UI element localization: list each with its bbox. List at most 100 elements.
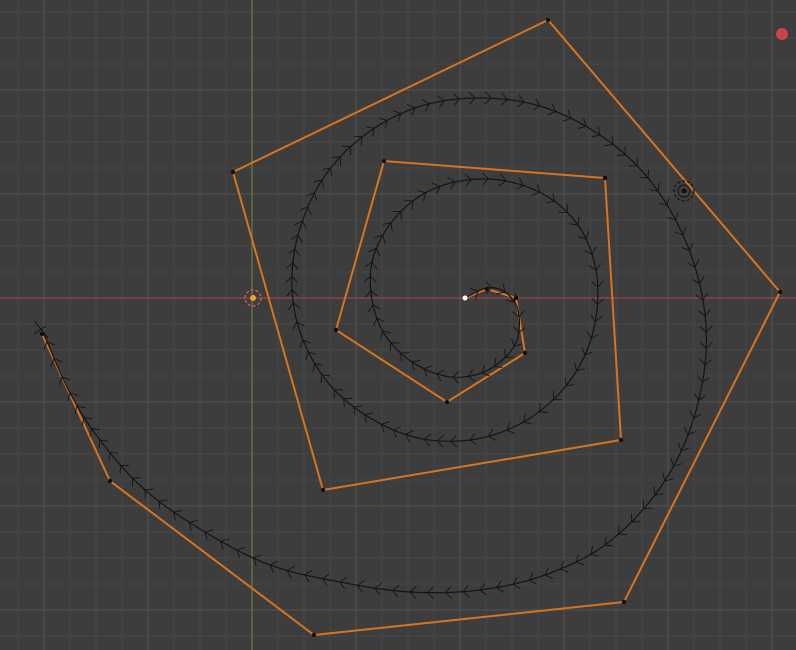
curve-tick	[682, 226, 687, 236]
curve-tick	[575, 561, 585, 566]
curve-tick	[189, 519, 198, 523]
curve-tick	[390, 342, 400, 344]
curve-tick	[529, 579, 537, 585]
curve-tick	[450, 440, 458, 448]
curve-tick	[50, 358, 55, 367]
curve-tick	[158, 499, 168, 502]
curve-tick	[702, 292, 709, 301]
curve-tick	[624, 146, 627, 155]
curve-tick	[339, 576, 348, 583]
curve-tick	[421, 99, 430, 105]
curve-tick	[496, 587, 504, 593]
active-control-vertex[interactable]	[462, 295, 468, 301]
curve-tick	[462, 591, 470, 598]
curve-tick	[586, 330, 592, 339]
curve-tick	[485, 281, 493, 289]
curve-tick	[452, 93, 460, 100]
curve-tick	[436, 369, 445, 375]
curve-tick	[363, 275, 371, 283]
curve-tick	[513, 325, 520, 334]
control-vertex[interactable]	[513, 295, 519, 301]
curve-tick	[382, 235, 386, 244]
curve-tick	[639, 176, 649, 179]
curve-tick	[512, 583, 521, 590]
curve-tick	[423, 365, 433, 370]
curve-tick	[312, 363, 316, 372]
curve-tick	[392, 110, 402, 115]
curve-tick	[417, 190, 426, 194]
curve-tick	[291, 276, 299, 283]
curve-tick	[285, 276, 293, 283]
curve-tick	[98, 439, 101, 449]
curve-tick	[516, 101, 525, 108]
curve-tick	[523, 421, 532, 425]
curve-tick	[547, 111, 556, 116]
curve-tick	[699, 358, 706, 366]
curve-tick	[462, 584, 469, 592]
pivot-point-icon[interactable]	[673, 180, 695, 202]
curve-tick	[411, 359, 421, 363]
grid-major-lines	[0, 0, 796, 650]
curve-tick	[330, 168, 333, 177]
curve-tick	[437, 434, 445, 442]
control-vertex[interactable]	[311, 632, 317, 638]
3d-viewport[interactable]	[0, 0, 796, 650]
curve-tick	[353, 135, 363, 138]
control-vertex[interactable]	[777, 289, 783, 295]
curve-tick	[515, 185, 524, 190]
curve-tick	[647, 169, 650, 179]
curve-tick	[689, 410, 695, 419]
record-indicator-icon	[776, 28, 788, 40]
curve-tick	[427, 592, 434, 599]
viewport-canvas[interactable]	[0, 0, 796, 650]
curve-tick	[546, 200, 555, 204]
control-vertex[interactable]	[381, 158, 387, 164]
curve-tick	[369, 275, 377, 283]
curve-tick	[591, 246, 597, 255]
curve-tick	[617, 154, 626, 156]
curve-tick	[518, 309, 525, 318]
curve-tick	[532, 105, 541, 111]
curve-tick	[343, 398, 345, 408]
curve-tick	[560, 568, 569, 573]
control-vertex[interactable]	[230, 169, 236, 175]
control-vertex[interactable]	[621, 599, 627, 605]
control-vertex[interactable]	[444, 399, 450, 405]
curve-tick	[294, 248, 301, 257]
curve-tick	[581, 346, 586, 356]
control-vertex[interactable]	[107, 478, 113, 484]
control-vertex[interactable]	[484, 286, 490, 292]
control-vertex[interactable]	[618, 437, 624, 443]
curve-control-polygon[interactable]	[41, 18, 782, 637]
curve-tick	[431, 182, 441, 187]
curve-tick	[468, 91, 476, 99]
curve-tick	[577, 216, 580, 226]
curve-tick	[657, 182, 660, 192]
curve-tick	[375, 248, 381, 257]
control-vertex[interactable]	[545, 17, 551, 23]
bezier-curve[interactable]	[41, 97, 708, 594]
curve-tick	[675, 211, 679, 220]
curve-tick	[444, 586, 452, 593]
control-vertices[interactable]	[39, 17, 783, 638]
curve-tick	[573, 362, 577, 371]
curve-tick	[322, 573, 330, 579]
curve-tick	[591, 134, 601, 138]
curve-tick	[220, 538, 230, 542]
curve-tick	[469, 439, 478, 446]
curve-tick	[445, 592, 452, 599]
curve-tick	[469, 288, 479, 292]
curve-tick	[595, 263, 602, 271]
curve-tick	[321, 179, 325, 189]
curve-tick	[364, 412, 373, 416]
control-vertex[interactable]	[522, 350, 528, 356]
curve-tick	[89, 428, 92, 437]
curve-tick	[297, 234, 303, 243]
control-vertex[interactable]	[320, 487, 326, 493]
curve-tick	[705, 342, 713, 349]
curve-tick	[427, 586, 434, 593]
curve-tick	[642, 500, 645, 509]
control-vertex[interactable]	[333, 327, 339, 333]
curve-tick	[304, 569, 313, 576]
control-vertex[interactable]	[602, 175, 608, 181]
